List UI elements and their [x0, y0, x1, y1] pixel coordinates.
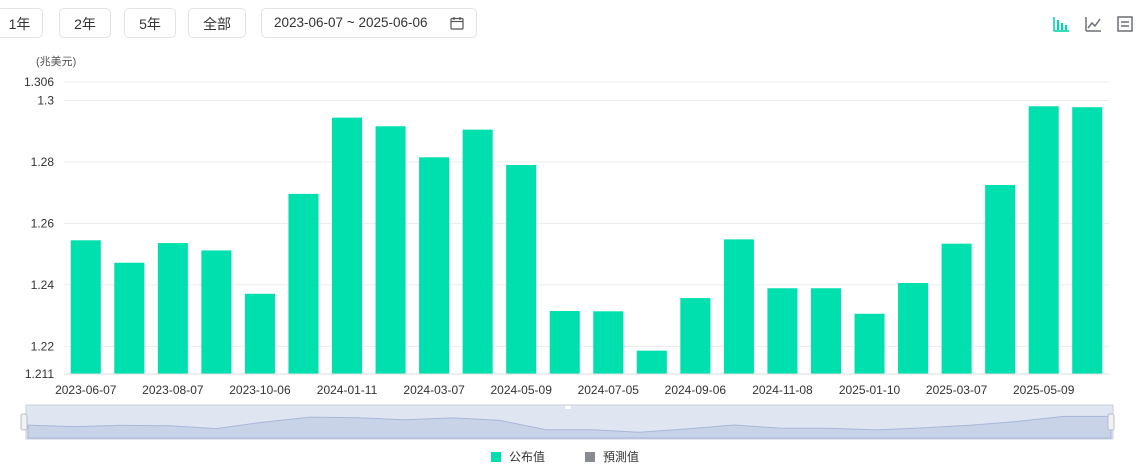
bar-2025-04-07[interactable]: [985, 184, 1016, 374]
legend-label-forecast: 預測值: [603, 450, 640, 464]
y-tick-label: 1.24: [31, 278, 55, 292]
bar-2023-10-06[interactable]: [244, 293, 275, 374]
x-tick-label: 2024-03-07: [403, 383, 465, 397]
bar-chart: (兆美元) 1.306 1.3 1.28 1.26 1.24 1.22 1.211 2023…: [20, 55, 1115, 440]
x-tick-label: 2025-05-09: [1013, 383, 1075, 397]
bar-2023-08-07[interactable]: [157, 243, 188, 374]
legend-swatch-published: [491, 451, 501, 462]
bar-2024-02-07[interactable]: [375, 126, 406, 375]
bar-2024-12-06[interactable]: [810, 288, 842, 374]
x-tick-label: 2023-10-06: [229, 383, 291, 397]
x-tick-label: 2023-06-07: [55, 383, 117, 397]
y-axis: 1.306 1.3 1.28 1.26 1.24 1.22 1.211: [24, 75, 54, 381]
y-tick-label: 1.211: [25, 367, 54, 381]
bar-2025-02-07[interactable]: [898, 283, 929, 374]
bar-2024-10-08[interactable]: [723, 239, 754, 374]
bar-2025-01-10[interactable]: [854, 313, 885, 374]
bar-2024-09-06[interactable]: [680, 298, 711, 374]
bar-2023-11-07[interactable]: [288, 193, 319, 374]
legend: 公布值 預測值: [0, 448, 1143, 466]
bar-2023-06-07[interactable]: [70, 240, 101, 374]
bar-2023-07-07[interactable]: [114, 262, 145, 374]
bar-2024-11-08[interactable]: [767, 288, 798, 374]
bar-2024-05-09[interactable]: [506, 164, 537, 374]
navigator-left-handle[interactable]: [20, 413, 28, 431]
x-tick-label: 2025-03-07: [926, 383, 988, 397]
y-tick-label: 1.306: [24, 75, 54, 89]
x-tick-label: 2025-01-10: [839, 383, 901, 397]
legend-label-published: 公布值: [509, 450, 546, 464]
unit-label: (兆美元): [36, 55, 76, 68]
bars: [70, 106, 1103, 375]
bar-2024-07-05[interactable]: [593, 311, 624, 374]
x-tick-label: 2024-05-09: [490, 383, 552, 397]
navigator-right-handle[interactable]: [1107, 413, 1115, 431]
y-tick-label: 1.26: [31, 216, 55, 230]
bar-2025-03-07[interactable]: [941, 243, 972, 374]
bar-2023-09-07[interactable]: [201, 250, 232, 374]
legend-item-forecast[interactable]: 預測值: [585, 448, 639, 465]
bar-2024-06-07[interactable]: [549, 310, 580, 374]
bar-2024-03-07[interactable]: [419, 157, 450, 374]
y-tick-label: 1.28: [31, 155, 55, 169]
legend-item-published[interactable]: 公布值: [491, 448, 545, 465]
bar-2024-01-11[interactable]: [331, 117, 363, 375]
navigator-drag-grip[interactable]: [565, 406, 571, 409]
bar-2024-08-07[interactable]: [636, 350, 667, 374]
x-tick-label: 2024-07-05: [578, 383, 640, 397]
x-tick-label: 2024-11-08: [752, 383, 813, 397]
range-navigator[interactable]: [20, 404, 1115, 440]
y-tick-label: 1.3: [37, 93, 54, 107]
x-tick-label: 2024-01-11: [317, 383, 378, 397]
y-tick-label: 1.22: [31, 339, 55, 353]
bar-2025-05-09[interactable]: [1028, 106, 1059, 374]
bar-2025-06-06[interactable]: [1072, 107, 1103, 374]
x-tick-label: 2024-09-06: [665, 383, 727, 397]
legend-swatch-forecast: [585, 451, 595, 462]
x-axis: 2023-06-07 2023-08-07 2023-10-06 2024-01-11…: [55, 373, 1109, 397]
bar-2024-04-05[interactable]: [462, 129, 493, 374]
x-tick-label: 2023-08-07: [142, 383, 204, 397]
